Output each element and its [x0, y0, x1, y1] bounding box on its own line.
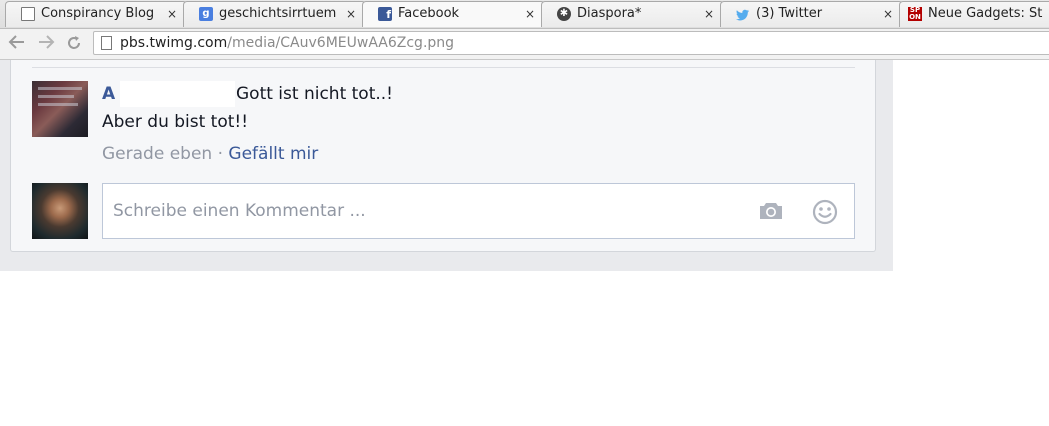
tab-title: Neue Gadgets: St	[928, 6, 1043, 21]
comment-card: A Gott ist nicht tot..! Aber du bist tot…	[10, 60, 876, 252]
reload-icon[interactable]	[64, 34, 84, 54]
comment-author-name[interactable]: A	[102, 83, 115, 105]
tab-title: Facebook	[398, 6, 460, 21]
document-icon	[21, 7, 35, 21]
close-icon[interactable]: ×	[883, 6, 893, 22]
comment-text-line-2: Aber du bist tot!!	[102, 112, 249, 132]
avatar-detail	[38, 103, 78, 106]
url-path: /media/CAuv6MEUwAA6Zcg.png	[227, 35, 455, 51]
url-host: pbs.twimg.com	[120, 35, 228, 51]
comment-timestamp[interactable]: Gerade eben	[102, 144, 212, 164]
emoji-icon[interactable]	[812, 199, 838, 225]
google-icon: g	[199, 7, 213, 21]
meta-separator: ·	[212, 144, 229, 164]
browser-toolbar: pbs.twimg.com/media/CAuv6MEUwAA6Zcg.png	[0, 29, 1049, 60]
redaction-box	[120, 81, 235, 107]
comment-input-placeholder: Schreibe einen Kommentar ...	[113, 201, 366, 221]
tab-twitter[interactable]: (3) Twitter ×	[720, 1, 903, 27]
avatar[interactable]	[32, 81, 88, 137]
tab-spiegel-online[interactable]: SP ON Neue Gadgets: St	[899, 1, 1049, 27]
avatar-detail	[38, 87, 82, 90]
current-user-avatar	[32, 183, 88, 239]
tab-title: Conspirancy Blog |	[41, 6, 158, 21]
address-bar[interactable]: pbs.twimg.com/media/CAuv6MEUwAA6Zcg.png	[93, 31, 1049, 55]
close-icon[interactable]: ×	[346, 6, 356, 22]
tab-title: Diaspora*	[577, 6, 642, 21]
twitter-icon	[736, 7, 750, 21]
tab-strip: Conspirancy Blog | × g geschichtsirrtuem…	[0, 0, 1049, 29]
diaspora-icon: ✱	[557, 7, 571, 21]
forward-icon[interactable]	[36, 34, 56, 54]
tab-google[interactable]: g geschichtsirrtuem ×	[183, 1, 366, 27]
tab-diaspora[interactable]: ✱ Diaspora* ×	[541, 1, 724, 27]
comment-input[interactable]: Schreibe einen Kommentar ...	[102, 183, 855, 239]
camera-icon[interactable]	[758, 201, 784, 221]
page-icon	[101, 36, 112, 50]
facebook-icon: f	[378, 7, 392, 21]
close-icon[interactable]: ×	[525, 6, 535, 22]
tab-title: (3) Twitter	[756, 6, 823, 21]
back-icon[interactable]	[7, 34, 27, 54]
close-icon[interactable]: ×	[167, 6, 177, 22]
close-icon[interactable]: ×	[704, 6, 714, 22]
spiegel-online-icon: SP ON	[908, 6, 922, 21]
tab-title: geschichtsirrtuem	[219, 6, 337, 21]
divider	[32, 67, 855, 68]
url-text[interactable]: pbs.twimg.com/media/CAuv6MEUwAA6Zcg.png	[120, 35, 454, 51]
comment-text-line-1: Gott ist nicht tot..!	[236, 84, 394, 104]
comment-meta: Gerade eben · Gefällt mir	[102, 143, 318, 165]
like-link[interactable]: Gefällt mir	[228, 144, 318, 164]
avatar-detail	[38, 95, 74, 98]
tab-facebook[interactable]: f Facebook ×	[362, 1, 545, 27]
tab-conspirancy-blog[interactable]: Conspirancy Blog | ×	[5, 1, 187, 27]
